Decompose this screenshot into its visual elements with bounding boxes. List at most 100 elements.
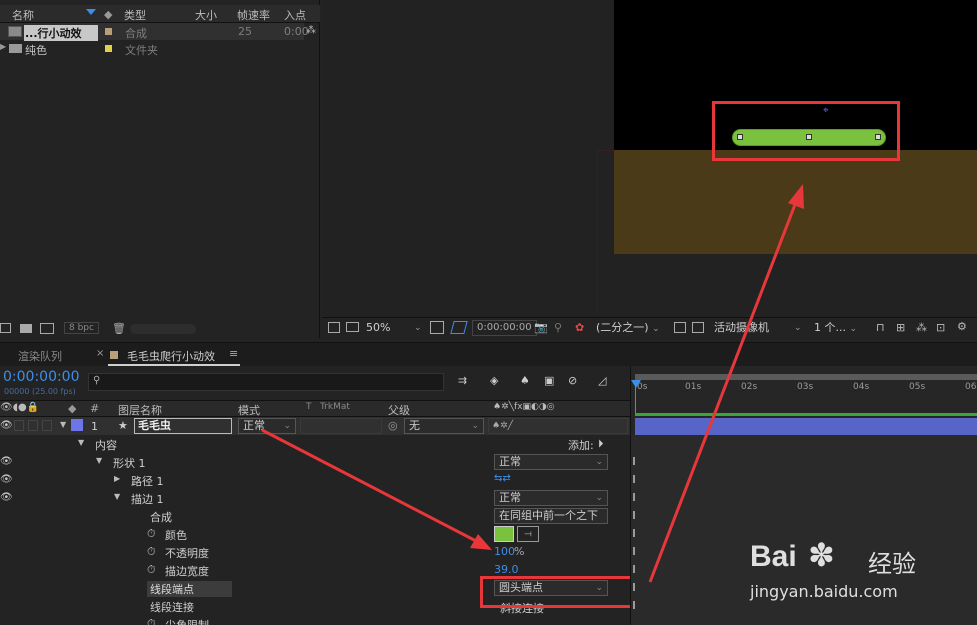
stopwatch-icon[interactable]: ⏱ xyxy=(147,545,156,559)
region-of-interest-icon[interactable] xyxy=(674,322,686,333)
zoom-dropdown[interactable]: 50% ⌄ xyxy=(366,320,422,336)
twirl-right-icon[interactable]: ▶ xyxy=(114,474,120,483)
visibility-eye-icon[interactable]: 👁 xyxy=(0,420,13,431)
header-parent[interactable]: 父级 xyxy=(388,402,410,418)
layer-switches[interactable]: ♠✲╱ xyxy=(488,418,628,434)
col-type[interactable]: 类型 xyxy=(124,7,146,23)
close-icon[interactable]: × xyxy=(96,348,104,359)
prop-row-shape[interactable]: 👁 ▼ 形状 1 正常 ⌄ xyxy=(0,453,630,471)
viewer-timecode[interactable]: 0:00:00:00 xyxy=(472,320,537,336)
prop-row-stroke[interactable]: 👁 ▼ 描边 1 正常 ⌄ xyxy=(0,489,630,507)
prop-row-opacity[interactable]: ⏱ 不透明度 100 % xyxy=(0,543,630,561)
layer-duration-bar[interactable] xyxy=(635,418,977,435)
shy-icon[interactable]: ♠ xyxy=(520,374,530,387)
prop-row-contents[interactable]: ▼ 内容 添加: ⏵ xyxy=(0,435,630,453)
flowchart-icon[interactable]: ⁂ xyxy=(306,25,316,36)
playhead-line[interactable] xyxy=(635,380,636,415)
new-comp-icon[interactable] xyxy=(40,323,54,334)
toggle-pixel-icon[interactable]: ⊓ xyxy=(876,321,885,334)
stroke-width-value[interactable]: 39.0 xyxy=(494,563,519,576)
twirl-down-icon[interactable]: ▼ xyxy=(78,438,84,447)
playhead-icon[interactable] xyxy=(631,380,641,388)
visibility-eye-icon[interactable]: 👁 xyxy=(0,474,13,485)
mask-visibility-icon[interactable] xyxy=(450,321,468,334)
layer-mode-dropdown[interactable]: 正常 ⌄ xyxy=(238,418,296,434)
draft-3d-icon[interactable]: ◈ xyxy=(490,374,498,387)
snapshot-icon[interactable]: 📷 xyxy=(534,321,548,334)
composite-dropdown[interactable]: 在同组中前一个之下 xyxy=(494,508,608,524)
header-mode[interactable]: 模式 xyxy=(238,402,260,418)
prop-row-composite[interactable]: 合成 在同组中前一个之下 xyxy=(0,507,630,525)
layer-label-swatch[interactable] xyxy=(71,419,83,431)
visibility-eye-icon[interactable]: 👁 xyxy=(0,456,13,467)
path-direction-icon[interactable]: ⇆⇄ xyxy=(494,473,511,484)
scrollbar[interactable] xyxy=(130,324,196,334)
flowchart-icon[interactable]: ⁂ xyxy=(916,321,927,334)
show-snapshot-icon[interactable]: ⚲ xyxy=(554,321,562,334)
col-in[interactable]: 入点 xyxy=(284,7,306,23)
prop-row-miter-limit[interactable]: ⏱ 尖角限制 xyxy=(0,615,630,625)
col-fps[interactable]: 帧速率 xyxy=(237,7,270,23)
panel-menu-icon[interactable]: ≡ xyxy=(229,347,238,360)
channel-icon[interactable]: ✿ xyxy=(575,321,584,334)
header-layer-name[interactable]: 图层名称 xyxy=(118,402,162,418)
switches-header-icons: ♠✲╲fx▣◐◑◎ xyxy=(493,402,555,412)
views-dropdown[interactable]: 1 个... ⌄ xyxy=(814,320,870,336)
export-frame-icon[interactable]: ⊞ xyxy=(896,321,905,334)
camera-dropdown[interactable]: 活动摄像机 ⌄ xyxy=(714,320,804,336)
tab-comp[interactable]: 毛毛虫爬行小动效 xyxy=(127,348,215,364)
fast-preview-icon[interactable]: ⊡ xyxy=(936,321,945,334)
bpc-button[interactable]: 8 bpc xyxy=(64,322,99,334)
parent-pickwhip-icon[interactable]: ◎ xyxy=(388,419,398,432)
safe-margins-icon[interactable] xyxy=(430,321,444,334)
project-item-comp[interactable]: ...行小动效 合成 25 0:00 ⁂ xyxy=(0,23,316,41)
search-input[interactable]: ⚲ xyxy=(88,373,444,391)
stroke-blend-dropdown[interactable]: 正常 ⌄ xyxy=(494,490,608,506)
sort-chevron-icon[interactable] xyxy=(86,9,96,15)
layer-row[interactable]: 👁 ▼ 1 ★ 毛毛虫 正常 ⌄ ◎ 无 ⌄ ♠✲╱ xyxy=(0,417,630,435)
opacity-value[interactable]: 100 xyxy=(494,545,515,558)
twirl-down-icon[interactable]: ▼ xyxy=(96,456,102,465)
eyedropper-icon[interactable]: ⟞ xyxy=(517,526,539,542)
prop-row-color[interactable]: ⏱ 颜色 ⟞ xyxy=(0,525,630,543)
frame-blend-icon[interactable]: ▣ xyxy=(544,374,554,387)
project-item-folder[interactable]: ▶ 纯色 文件夹 xyxy=(0,40,304,57)
solo-box[interactable] xyxy=(28,420,38,431)
settings-icon[interactable]: ⚙ xyxy=(957,320,967,333)
graph-editor-icon[interactable]: ◿ xyxy=(598,374,606,387)
resolution-dropdown[interactable]: (二分之一) ⌄ xyxy=(596,320,666,336)
twirl-down-icon[interactable]: ▼ xyxy=(114,492,120,501)
stopwatch-icon[interactable]: ⏱ xyxy=(147,617,156,625)
ruler-tick: 04s xyxy=(853,382,870,392)
work-area-bar[interactable] xyxy=(635,374,977,380)
audio-box[interactable] xyxy=(14,420,24,431)
stopwatch-icon[interactable]: ⏱ xyxy=(147,527,156,541)
tab-render-queue[interactable]: 渲染队列 xyxy=(18,348,62,364)
new-folder-icon[interactable] xyxy=(20,324,32,333)
interpret-footage-icon[interactable] xyxy=(0,323,11,333)
always-preview-icon[interactable] xyxy=(328,322,340,333)
visibility-eye-icon[interactable]: 👁 xyxy=(0,492,13,503)
add-label[interactable]: 添加: xyxy=(568,437,594,453)
ground-solid[interactable] xyxy=(614,150,977,254)
parent-dropdown[interactable]: 无 ⌄ xyxy=(404,418,484,434)
transparency-grid-icon[interactable] xyxy=(692,322,704,333)
add-play-icon[interactable]: ⏵ xyxy=(598,437,604,451)
shape-blend-dropdown[interactable]: 正常 ⌄ xyxy=(494,454,608,470)
stopwatch-icon[interactable]: ⏱ xyxy=(147,563,156,577)
col-size[interactable]: 大小 xyxy=(195,7,217,23)
comp-mini-flowchart-icon[interactable]: ⇉ xyxy=(458,374,467,387)
layer-name[interactable]: 毛毛虫 xyxy=(134,418,232,434)
motion-blur-icon[interactable]: ⊘ xyxy=(568,374,577,387)
color-swatch[interactable] xyxy=(494,526,514,542)
trkmat-box[interactable] xyxy=(300,418,382,434)
col-name[interactable]: 名称 xyxy=(12,7,34,23)
current-time[interactable]: 0:00:00:00 xyxy=(3,369,80,385)
twirl-down-icon[interactable]: ▼ xyxy=(60,420,66,429)
prop-row-path[interactable]: 👁 ▶ 路径 1 ⇆⇄ xyxy=(0,471,630,489)
lock-box[interactable] xyxy=(42,420,52,431)
twirl-right-icon[interactable]: ▶ xyxy=(0,42,6,51)
time-ruler[interactable]: 0s 01s 02s 03s 04s 05s 06s xyxy=(631,382,977,396)
monitor-icon[interactable] xyxy=(346,322,359,332)
trash-icon[interactable]: 🗑 xyxy=(112,322,126,335)
